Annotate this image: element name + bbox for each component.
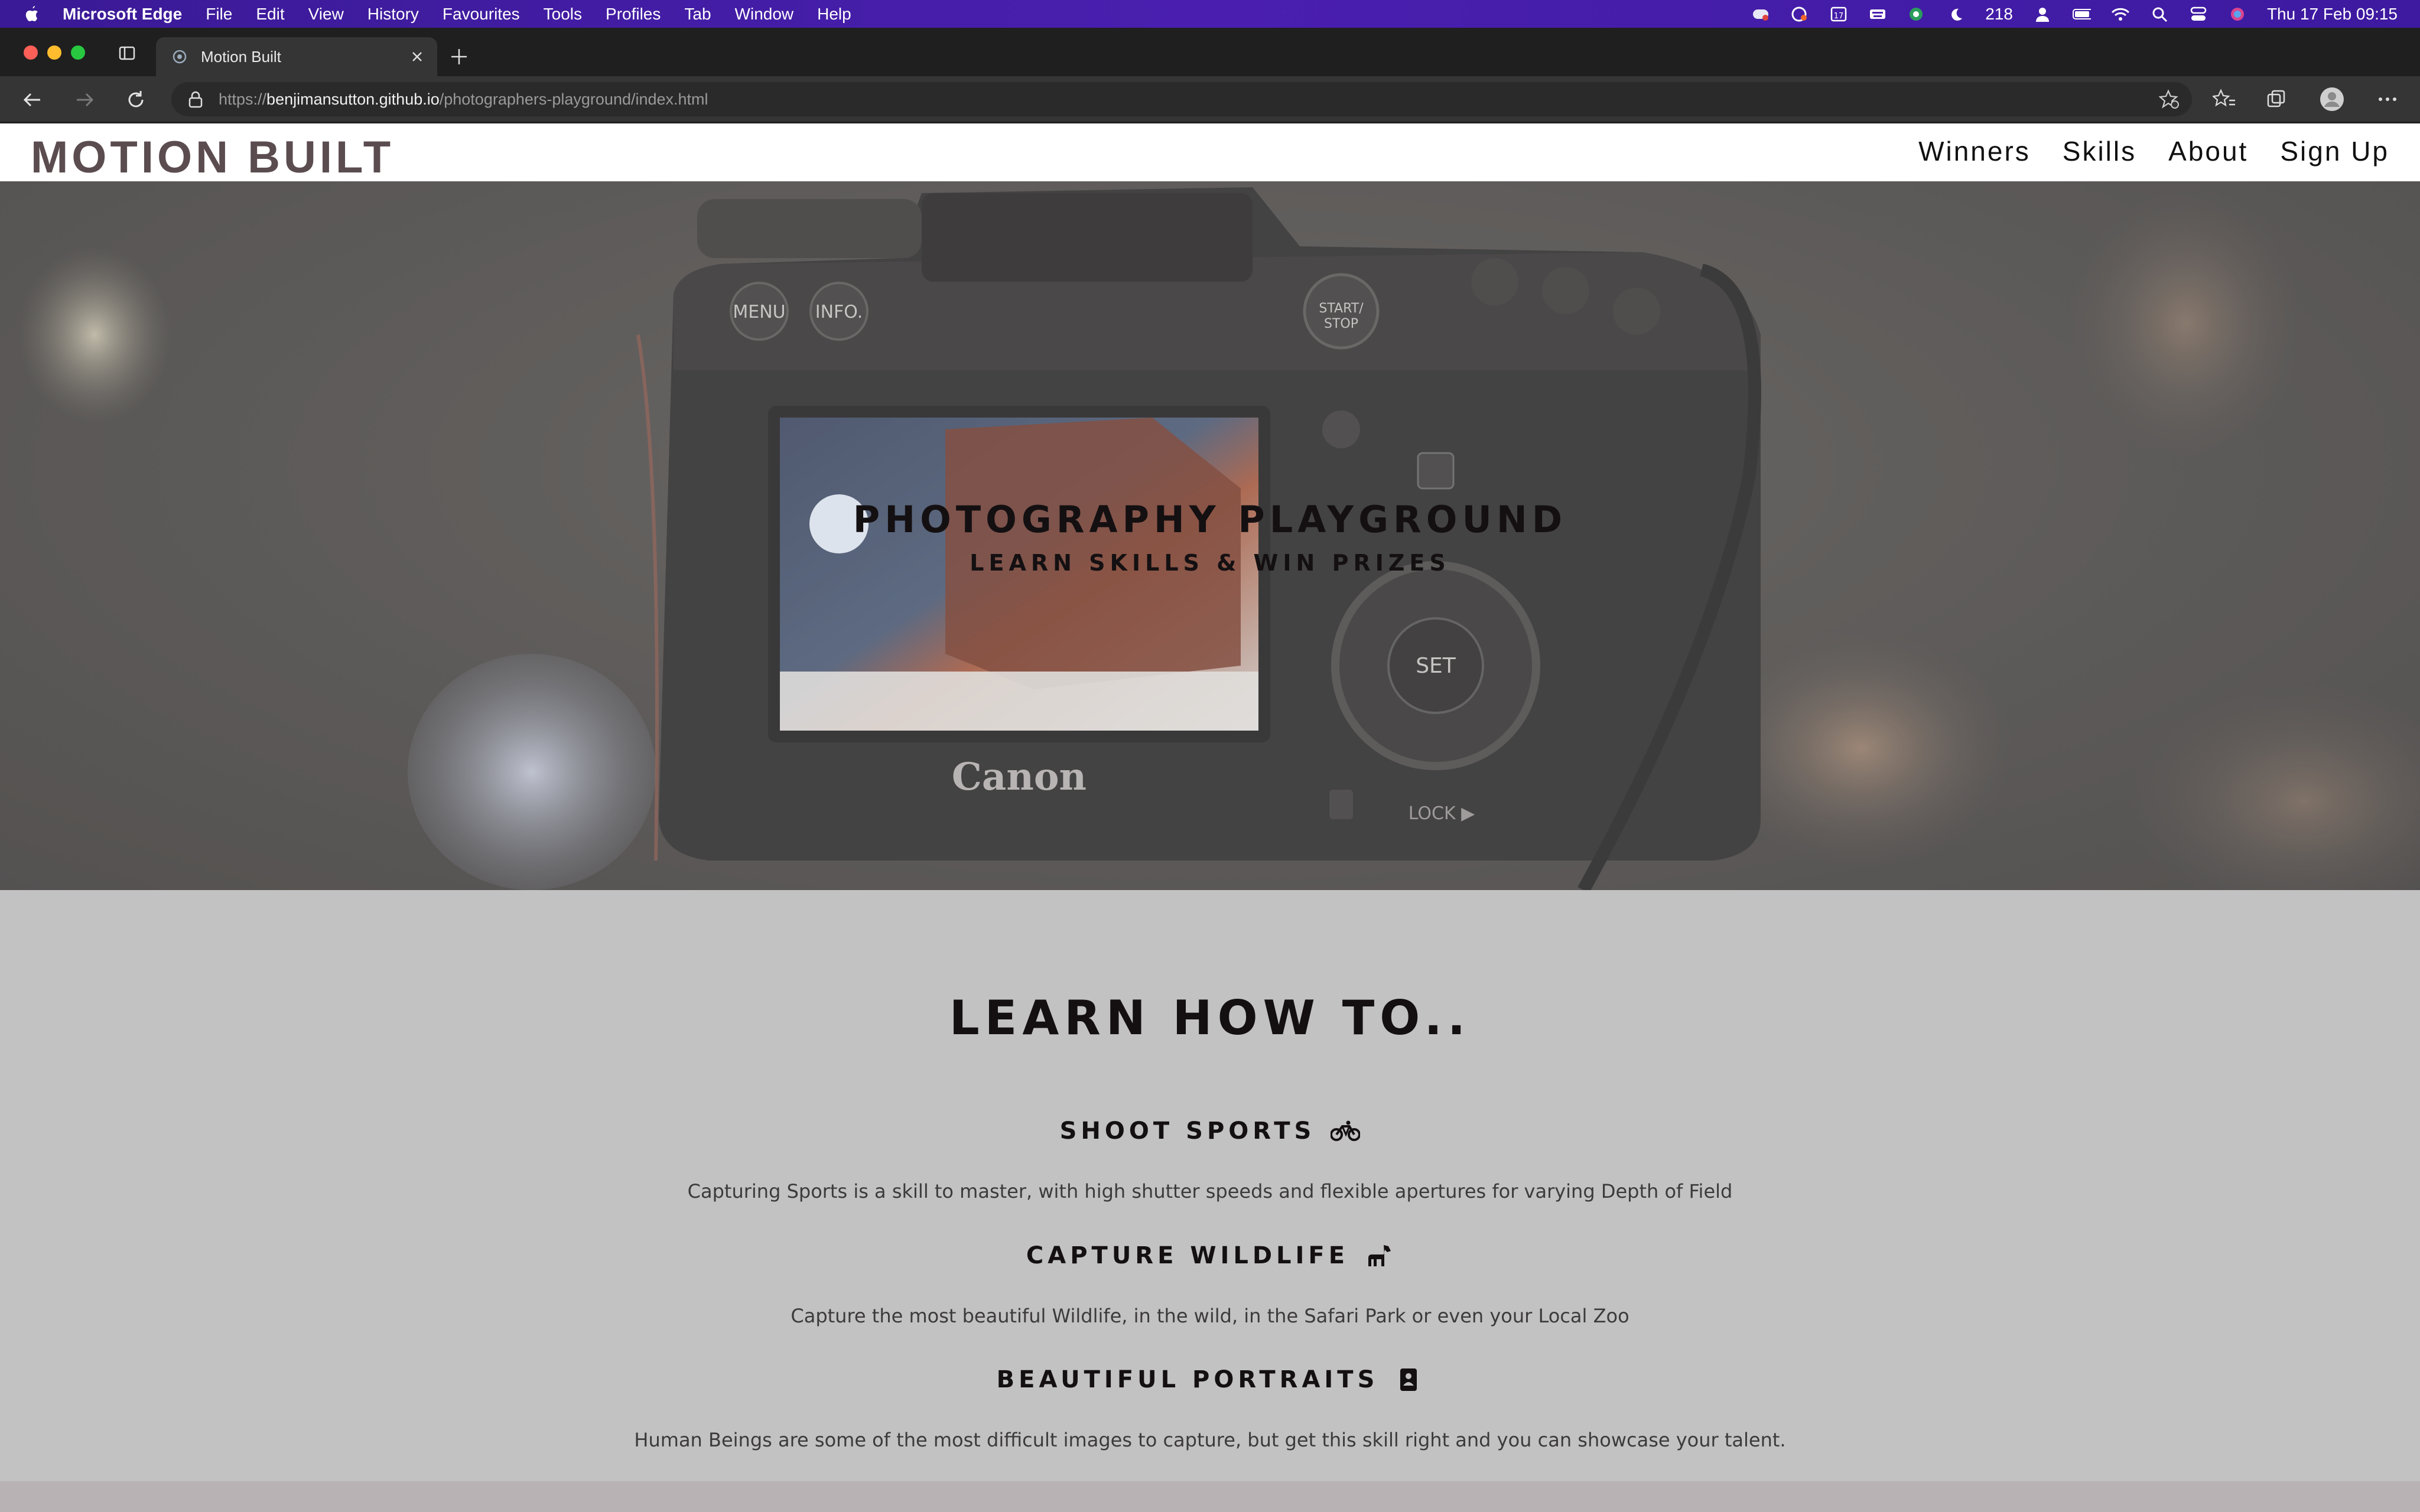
keyboard-icon[interactable] <box>1868 6 1887 22</box>
skill-heading-text: SHOOT SPORTS <box>1059 1117 1316 1145</box>
menu-file[interactable]: File <box>206 5 232 24</box>
menu-app-name[interactable]: Microsoft Edge <box>63 5 182 24</box>
new-tab-icon[interactable] <box>449 47 469 67</box>
close-window-button[interactable] <box>24 45 38 60</box>
portrait-icon <box>1394 1366 1423 1393</box>
tab-motion-built[interactable]: Motion Built <box>156 37 437 76</box>
web-page: MOTION BUILT Winners Skills About Sign U… <box>0 123 2420 1512</box>
browser-toolbar: https://benjimansutton.github.io/photogr… <box>0 76 2420 122</box>
creative-cloud-icon[interactable] <box>1751 6 1770 22</box>
horse-icon <box>1364 1242 1394 1269</box>
url-text[interactable]: https://benjimansutton.github.io/photogr… <box>219 90 708 109</box>
menu-edit[interactable]: Edit <box>256 5 284 24</box>
menu-profiles[interactable]: Profiles <box>606 5 661 24</box>
hero-subtitle: LEARN SKILLS & WIN PRIZES <box>970 550 1450 576</box>
control-center-icon[interactable] <box>2189 6 2208 22</box>
skill-heading-wildlife: CAPTURE WILDLIFE <box>0 1242 2420 1269</box>
skill-heading-text: CAPTURE WILDLIFE <box>1026 1242 1349 1269</box>
wifi-icon[interactable] <box>2111 6 2130 22</box>
nav-link-skills[interactable]: Skills <box>2063 135 2136 167</box>
profile-avatar-icon[interactable] <box>2320 87 2344 112</box>
menu-view[interactable]: View <box>308 5 344 24</box>
skill-heading-text: BEAUTIFUL PORTRAITS <box>996 1366 1379 1393</box>
menu-tools[interactable]: Tools <box>544 5 582 24</box>
nav-link-sign-up[interactable]: Sign Up <box>2280 135 2389 167</box>
add-favourite-icon[interactable] <box>2158 89 2180 109</box>
learn-title: LEARN HOW TO.. <box>949 990 1471 1045</box>
apple-icon[interactable] <box>24 4 41 24</box>
next-section-edge <box>0 1481 2420 1512</box>
menu-favourites[interactable]: Favourites <box>443 5 520 24</box>
nav-link-winners[interactable]: Winners <box>1918 135 2031 167</box>
nav-links: Winners Skills About Sign Up <box>1918 135 2389 167</box>
reload-icon[interactable] <box>124 88 148 112</box>
skill-description-sports: Capturing Sports is a skill to master, w… <box>687 1180 1733 1203</box>
bicycle-icon <box>1331 1117 1361 1145</box>
address-bar[interactable]: https://benjimansutton.github.io/photogr… <box>171 82 2192 116</box>
url-scheme: https:// <box>219 90 267 108</box>
close-tab-icon[interactable] <box>409 48 425 65</box>
lock-icon[interactable] <box>188 90 203 108</box>
moon-count: 218 <box>1985 4 2013 23</box>
menu-help[interactable]: Help <box>817 5 851 24</box>
nav-link-about[interactable]: About <box>2168 135 2248 167</box>
skill-heading-sports: SHOOT SPORTS <box>0 1117 2420 1145</box>
clock[interactable]: Thu 17 Feb 09:15 <box>2267 5 2398 24</box>
tab-actions-icon[interactable] <box>118 44 136 62</box>
browser-tabbar: Motion Built <box>0 28 2420 76</box>
battery-icon[interactable] <box>2072 6 2091 22</box>
site-navbar: MOTION BUILT Winners Skills About Sign U… <box>0 123 2420 183</box>
learn-section: LEARN HOW TO.. SHOOT SPORTS Capturing Sp… <box>0 890 2420 1481</box>
sync-status-icon[interactable] <box>1790 6 1809 22</box>
macos-menubar: Microsoft Edge File Edit View History Fa… <box>0 0 2420 28</box>
back-icon[interactable] <box>20 88 44 112</box>
url-host: benjimansutton.github.io <box>266 90 440 108</box>
user-icon[interactable] <box>2033 6 2052 22</box>
skill-description-portraits: Human Beings are some of the most diffic… <box>634 1429 1786 1451</box>
siri-icon[interactable] <box>2228 6 2247 22</box>
forward-icon[interactable] <box>73 88 97 112</box>
calendar-icon[interactable]: 17 <box>1829 6 1848 22</box>
hero-title: PHOTOGRAPHY PLAYGROUND <box>853 498 1567 541</box>
collections-icon[interactable] <box>2264 87 2289 112</box>
search-icon[interactable] <box>2150 6 2169 22</box>
tab-title: Motion Built <box>201 47 281 66</box>
skill-heading-portraits: BEAUTIFUL PORTRAITS <box>0 1366 2420 1393</box>
menu-window[interactable]: Window <box>735 5 794 24</box>
svg-text:17: 17 <box>1834 12 1844 21</box>
menu-tab[interactable]: Tab <box>684 5 711 24</box>
menu-history[interactable]: History <box>367 5 419 24</box>
hero-banner: MENU INFO. START/ STOP SET Canon LOCK ▶ <box>0 181 2420 890</box>
skill-description-wildlife: Capture the most beautiful Wildlife, in … <box>791 1305 1629 1327</box>
grammarly-icon[interactable] <box>1907 6 1926 22</box>
moon-icon[interactable] <box>1946 6 1965 22</box>
favourites-icon[interactable] <box>2212 87 2237 112</box>
minimize-window-button[interactable] <box>47 45 61 60</box>
fullscreen-window-button[interactable] <box>71 45 85 60</box>
url-path: /photographers-playground/index.html <box>439 90 708 108</box>
site-favicon-icon <box>171 48 188 65</box>
site-brand-logo[interactable]: MOTION BUILT <box>31 132 394 183</box>
more-options-icon[interactable] <box>2375 87 2400 112</box>
